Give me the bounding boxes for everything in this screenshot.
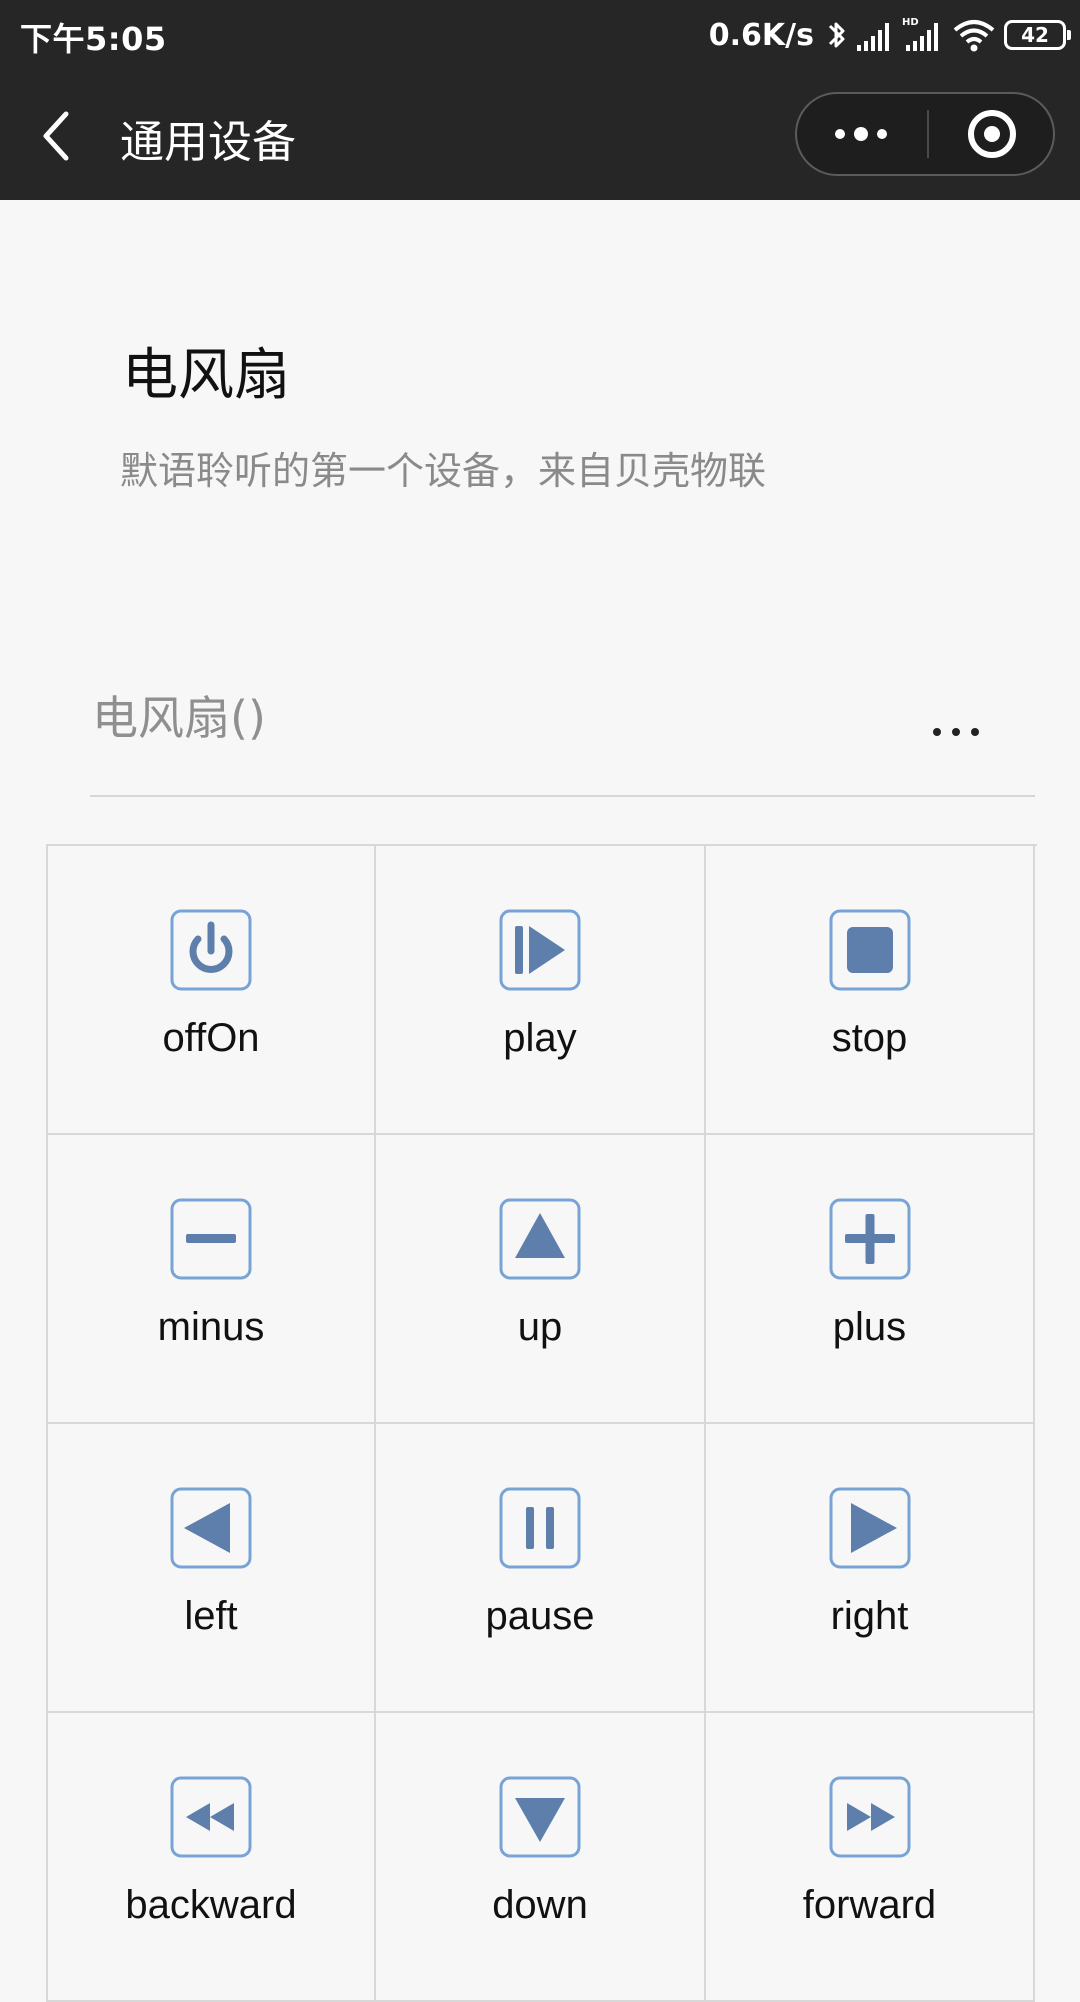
device-description: 默语聆听的第一个设备，来自贝壳物联 [120, 449, 767, 493]
control-label: right [830, 1594, 909, 1638]
battery-level: 42 [1021, 23, 1049, 47]
status-icons: 0.6K/s HD 42 [708, 12, 1071, 58]
fast-forward-icon [829, 1776, 910, 1858]
control-label: down [492, 1883, 588, 1927]
rewind-icon [170, 1776, 252, 1858]
status-time: 下午5:05 [20, 20, 167, 58]
device-title: 电风扇 [122, 343, 290, 408]
divider [90, 795, 1035, 797]
control-button-forward[interactable]: forward [706, 1713, 1035, 2002]
control-button-offon[interactable]: offOn [48, 846, 376, 1135]
net-speed: 0.6K/s [708, 17, 814, 53]
control-label: play [503, 1016, 577, 1060]
bluetooth-icon [828, 22, 845, 48]
status-bar: 下午5:05 0.6K/s HD 42 [0, 0, 1080, 70]
battery-icon: 42 [1004, 20, 1071, 50]
control-button-backward[interactable]: backward [48, 1713, 376, 2002]
hd-signal-icon: HD [902, 17, 938, 51]
control-button-left[interactable]: left [48, 1424, 376, 1713]
control-button-play[interactable]: play [376, 846, 706, 1135]
down-triangle-icon [499, 1776, 581, 1858]
play-icon [499, 909, 581, 991]
stop-icon [829, 909, 910, 991]
chevron-left-icon[interactable] [36, 106, 80, 166]
control-button-right[interactable]: right [706, 1424, 1035, 1713]
power-icon [170, 909, 252, 991]
svg-text:HD: HD [902, 17, 919, 28]
control-label: left [184, 1594, 238, 1638]
control-button-pause[interactable]: pause [376, 1424, 706, 1713]
signal-icon [857, 23, 889, 51]
control-button-plus[interactable]: plus [706, 1135, 1035, 1424]
wifi-icon [953, 20, 995, 52]
minus-icon [170, 1198, 252, 1280]
target-icon[interactable] [929, 94, 1055, 174]
ellipsis-icon[interactable] [926, 712, 986, 752]
control-button-stop[interactable]: stop [706, 846, 1035, 1135]
plus-icon [829, 1198, 910, 1280]
control-label: plus [832, 1305, 907, 1349]
control-button-down[interactable]: down [376, 1713, 706, 2002]
control-grid: offOn play stop minus up plus left pause… [46, 844, 1037, 2002]
left-triangle-icon [170, 1487, 252, 1569]
control-button-up[interactable]: up [376, 1135, 706, 1424]
control-label: minus [157, 1305, 265, 1349]
control-label: forward [802, 1883, 937, 1927]
control-label: stop [831, 1016, 908, 1060]
control-label: offOn [162, 1016, 260, 1060]
device-row-label: 电风扇() [92, 691, 266, 745]
page-title: 通用设备 [120, 117, 296, 168]
mini-program-capsule [795, 92, 1055, 176]
control-button-minus[interactable]: minus [48, 1135, 376, 1424]
pause-icon [499, 1487, 581, 1569]
nav-bar: 通用设备 [0, 70, 1080, 200]
more-dots-icon[interactable] [797, 94, 925, 174]
control-label: pause [485, 1594, 595, 1638]
right-triangle-icon [829, 1487, 910, 1569]
control-label: up [517, 1305, 563, 1349]
up-triangle-icon [499, 1198, 581, 1280]
control-label: backward [125, 1883, 297, 1927]
